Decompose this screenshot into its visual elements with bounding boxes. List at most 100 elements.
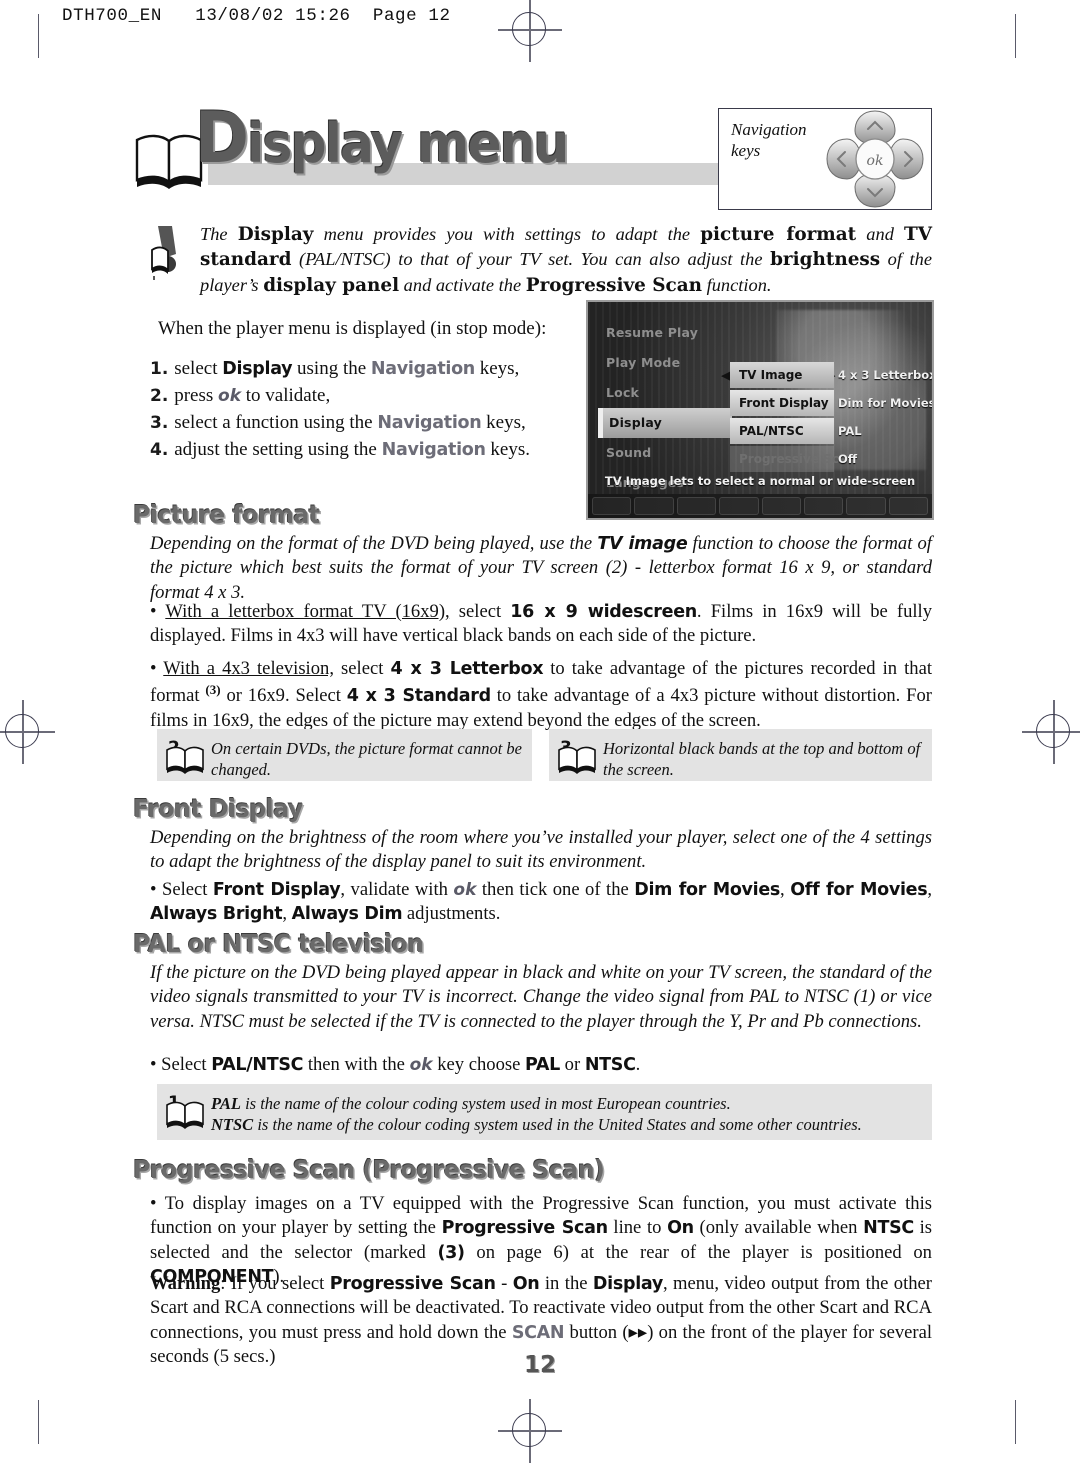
picture-format-bullet-2: • With a 4x3 television, select 4 x 3 Le… xyxy=(150,657,932,733)
note-1-line1: is the name of the colour coding system … xyxy=(240,1094,731,1113)
screenshot-menu-item[interactable]: Display xyxy=(598,408,732,438)
page-content: Display menu Navigation keys ok The Disp… xyxy=(0,0,1080,1475)
text-run-3: 16 x 9 widescreen xyxy=(510,602,697,622)
step-text-post: keys, xyxy=(474,358,520,379)
text-run-4: On xyxy=(512,1274,540,1294)
step-number: 1. xyxy=(150,359,175,379)
page-number: 12 xyxy=(523,1352,556,1378)
text-run-2: line to xyxy=(607,1217,668,1239)
note-2-text: On certain DVDs, the picture format cann… xyxy=(211,739,523,780)
text-run-11: Always Dim xyxy=(291,904,403,925)
text-run-5: in the xyxy=(539,1273,593,1294)
text-run-6: or xyxy=(560,1054,585,1075)
text-run-2: select xyxy=(333,658,391,679)
screenshot-value-item[interactable]: Dim for Movies xyxy=(838,390,932,416)
screenshot-menu-item[interactable]: Play Mode xyxy=(598,348,726,378)
step-keyword-navigation: Navigation xyxy=(370,359,475,379)
step-number: 3. xyxy=(150,412,175,433)
intro-run-3: picture format xyxy=(700,224,857,245)
step-text-post: keys. xyxy=(485,438,530,460)
text-run-1: : If you select xyxy=(220,1273,330,1294)
book-note-icon: 2. xyxy=(166,738,204,774)
front-display-intro: Depending on the brightness of the room … xyxy=(150,827,932,873)
screenshot-function-item[interactable]: Progressive Scan xyxy=(730,446,856,472)
text-run-8: SCAN xyxy=(511,1322,565,1343)
text-run-1: Progressive Scan xyxy=(441,1218,608,1239)
text-run-5: Dim for Movies xyxy=(634,880,781,900)
text-run-1: With a letterbox format TV (16x9), xyxy=(165,601,450,622)
step-text: press xyxy=(174,384,219,406)
picture-format-bullet-1: • With a letterbox format TV (16x9), sel… xyxy=(150,600,932,649)
text-run-6: Display xyxy=(592,1274,663,1294)
intro-run-9: display panel xyxy=(263,274,400,296)
intro-text: The Display menu provides you with setti… xyxy=(200,222,932,298)
title-capital: D xyxy=(195,97,249,179)
intro-run-1: Display xyxy=(237,224,314,245)
text-run-3: On xyxy=(667,1218,694,1239)
screenshot-value-item[interactable]: 4 x 3 Letterbox xyxy=(838,362,932,388)
text-run-3: ok xyxy=(409,1055,433,1075)
note-2-box: 2. On certain DVDs, the picture format c… xyxy=(157,729,532,781)
text-run-10: ▸▸ xyxy=(628,1321,648,1343)
intro-run-0: The xyxy=(200,224,238,244)
dvd-menu-screenshot: Resume Play Play Mode Lock Display Sound Lang… xyxy=(586,300,934,520)
intro-run-2: menu provides you with settings to adapt… xyxy=(313,224,701,244)
step-text: select a function using the xyxy=(174,411,378,433)
screenshot-value-item[interactable]: Off xyxy=(838,446,932,472)
text-run-8: , xyxy=(927,879,932,900)
text-run-8: on page 6) at the rear of the player is … xyxy=(464,1241,932,1263)
screenshot-function-item[interactable]: TV Image xyxy=(730,362,834,388)
note-1-text: PAL is the name of the colour coding sys… xyxy=(211,1093,922,1135)
steps-block: When the player menu is displayed (in st… xyxy=(150,318,570,464)
text-run-10: , xyxy=(282,903,292,925)
screenshot-function-item[interactable]: PAL/NTSC xyxy=(730,418,834,444)
heading-picture-format: Picture format xyxy=(133,500,320,529)
note-1-line1-bold: PAL xyxy=(211,1094,241,1113)
text-run-8: . xyxy=(635,1054,641,1075)
text-run-3: - xyxy=(495,1273,513,1294)
navigation-keys-label-line1: Navigation xyxy=(731,120,807,139)
intro-run-4: and xyxy=(856,224,905,244)
screenshot-function-item[interactable]: Front Display xyxy=(730,390,834,416)
steps-lead: When the player menu is displayed (in st… xyxy=(158,318,547,339)
step-keyword-navigation: Navigation xyxy=(381,439,486,460)
screenshot-value-item[interactable]: PAL xyxy=(838,418,932,444)
step-keyword-navigation: Navigation xyxy=(377,412,482,433)
note-1-line2-bold: NTSC xyxy=(211,1115,254,1135)
note-3-text: Horizontal black bands at the top and bo… xyxy=(603,739,921,780)
intro-run-11: Progressive Scan xyxy=(525,274,703,296)
pal-ntsc-intro: If the picture on the DVD being played a… xyxy=(150,962,932,1032)
screenshot-menu-item[interactable]: Sound xyxy=(598,438,726,468)
text-run-2: , validate with xyxy=(340,879,454,900)
text-run-0: Warning xyxy=(150,1273,221,1294)
text-run-7: (3) xyxy=(437,1242,465,1263)
intro-run-12: function. xyxy=(702,274,772,295)
title-rest: isplay menu xyxy=(247,112,569,175)
text-run-4: then tick one of the xyxy=(476,879,635,900)
text-run-0: • xyxy=(150,658,164,679)
screenshot-menu-item[interactable]: Resume Play xyxy=(598,318,726,348)
step-keyword: ok xyxy=(218,385,242,406)
text-run-12: adjustments. xyxy=(402,903,501,925)
screenshot-menu-item[interactable]: Lock xyxy=(598,378,726,408)
text-run-2: select xyxy=(449,601,511,622)
text-run-1: TV image xyxy=(597,534,688,554)
step-number: 2. xyxy=(150,385,175,406)
text-run-2: Progressive Scan xyxy=(329,1274,496,1294)
exclamation-note-icon xyxy=(151,226,176,280)
picture-format-intro: Depending on the format of the DVD being… xyxy=(150,532,932,605)
note-1-box: 1. PAL is the name of the colour coding … xyxy=(157,1084,932,1140)
screenshot-value-column: 4 x 3 Letterbox Dim for Movies PAL Off xyxy=(838,362,932,474)
text-run-3: 4 x 3 Letterbox xyxy=(390,659,544,679)
step-text-mid: to validate, xyxy=(241,384,331,406)
step-text-mid: using the xyxy=(292,358,371,379)
text-run-1: Front Display xyxy=(212,880,341,900)
screenshot-help-text: TV Image lets to select a normal or wide… xyxy=(604,474,916,510)
dpad-icon[interactable]: ok xyxy=(823,107,927,211)
text-run-1: PAL/NTSC xyxy=(211,1055,304,1075)
note-1-line2: is the name of the colour coding system … xyxy=(253,1115,862,1135)
step-text: adjust the setting using the xyxy=(174,438,382,460)
step-text-post: keys, xyxy=(481,411,526,433)
text-run-0: • xyxy=(150,601,166,622)
text-run-1: With a 4x3 television, xyxy=(163,658,334,679)
